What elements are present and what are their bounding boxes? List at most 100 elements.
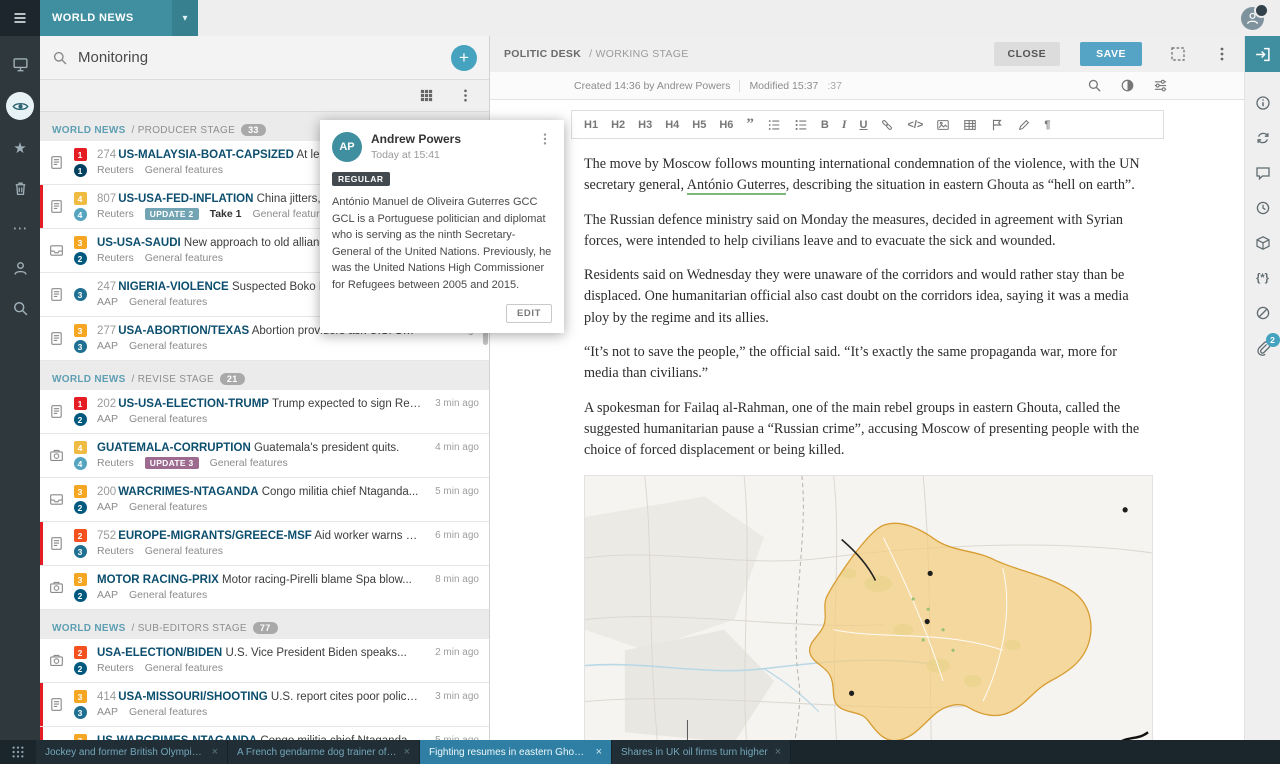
close-tab-icon[interactable]: × [775, 746, 781, 758]
info-icon[interactable] [1254, 94, 1272, 112]
opened-article-tab[interactable]: Shares in UK oil firms turn higher× [612, 740, 791, 764]
starred-items-icon[interactable]: ★ [8, 136, 32, 160]
authoring-menu-icon[interactable] [1214, 46, 1230, 62]
format-toolbar: H1 H2 H3 H4 H5 H6 ” B I U </> ¶ [571, 110, 1164, 139]
search-icon[interactable] [52, 50, 68, 66]
workspace-label: WORLD NEWS [52, 12, 134, 24]
article-paragraph: The Russian defence ministry said on Mon… [584, 210, 1150, 253]
list-item[interactable]: 2 3 752EUROPE-MIGRANTS/GREECE-MSF Aid wo… [40, 522, 489, 566]
workspace-selector[interactable]: WORLD NEWS [40, 0, 172, 36]
history-icon[interactable] [1254, 199, 1272, 217]
category-label: General features [145, 164, 223, 176]
source-label: AAP [97, 296, 118, 308]
category-label: General features [145, 662, 223, 674]
comments-icon[interactable] [1254, 164, 1272, 182]
blockquote-button[interactable]: ” [746, 116, 754, 133]
heading-6-button[interactable]: H6 [719, 119, 733, 131]
close-button[interactable]: CLOSE [994, 42, 1061, 66]
category-label: General features [129, 706, 207, 718]
article-paragraph: Residents said on Wednesday they were un… [584, 265, 1150, 329]
global-search-icon[interactable] [8, 296, 32, 320]
unordered-list-icon[interactable] [794, 118, 808, 132]
heading-4-button[interactable]: H4 [665, 119, 679, 131]
breadcrumb-stage: / WORKING STAGE [589, 48, 688, 60]
monitoring-menu-icon[interactable] [458, 88, 473, 103]
annotated-text[interactable]: António Guterres [687, 177, 786, 195]
save-button[interactable]: SAVE [1080, 42, 1142, 66]
urgency-badge: 2 [74, 413, 87, 426]
stage-header[interactable]: WORLD NEWS / SUB-EDITORS STAGE 77 [40, 610, 489, 639]
create-item-button[interactable]: + [451, 45, 477, 71]
dashboard-icon[interactable] [8, 52, 32, 76]
opened-article-tab[interactable]: Jockey and former British Olympic... × [36, 740, 228, 764]
suggestions-icon[interactable] [1254, 304, 1272, 322]
annotation-popup: AP Andrew Powers Today at 15:41 REGULAR … [320, 120, 564, 333]
opened-article-tab[interactable]: Fighting resumes in eastern Ghouta...× [420, 740, 612, 764]
table-icon[interactable] [963, 118, 977, 132]
heading-5-button[interactable]: H5 [692, 119, 706, 131]
headline: U.S. report cites poor police r... [271, 691, 423, 703]
macros-icon[interactable]: {*} [1254, 269, 1272, 287]
source-label: AAP [97, 501, 118, 513]
italic-button[interactable]: I [842, 117, 847, 132]
list-item[interactable]: 3 2 200WARCRIMES-NTAGANDA Congo militia … [40, 478, 489, 522]
close-tab-icon[interactable]: × [596, 746, 602, 758]
spike-trash-icon[interactable] [8, 176, 32, 200]
theme-contrast-icon[interactable] [1120, 78, 1135, 93]
paragraph-mark-button[interactable]: ¶ [1044, 119, 1050, 131]
user-avatar[interactable] [1241, 7, 1264, 30]
personal-items-icon[interactable] [8, 256, 32, 280]
packages-icon[interactable] [1254, 234, 1272, 252]
monitoring-toolbar [40, 80, 489, 112]
item-time: 2 min ago [431, 647, 489, 658]
popup-menu-icon[interactable] [538, 132, 552, 146]
list-item[interactable]: 4 4 GUATEMALA-CORRUPTION Guatemala's pre… [40, 434, 489, 478]
close-tab-icon[interactable]: × [212, 746, 218, 758]
annotation-time: Today at 15:41 [371, 149, 461, 161]
send-to-button[interactable] [1245, 36, 1280, 72]
editor-meta-bar: Created 14:36 by Andrew Powers Modified … [490, 72, 1244, 100]
stage-name-label: / SUB-EDITORS STAGE [132, 623, 247, 634]
list-item[interactable]: 2 2 USA-ELECTION/BIDEN U.S. Vice Preside… [40, 639, 489, 683]
monitoring-icon[interactable] [6, 92, 34, 120]
comment-icon[interactable] [990, 118, 1004, 132]
list-item[interactable]: 3 2 US-WARCRIMES-NTAGANDA Congo militia … [40, 727, 489, 740]
hamburger-menu[interactable] [0, 0, 40, 36]
stage-header[interactable]: WORLD NEWS / REVISE STAGE 21 [40, 361, 489, 390]
heading-2-button[interactable]: H2 [611, 119, 625, 131]
ordered-list-icon[interactable] [767, 118, 781, 132]
list-item[interactable]: 1 2 202US-USA-ELECTION-TRUMP Trump expec… [40, 390, 489, 434]
article-body[interactable]: The move by Moscow follows mounting inte… [571, 154, 1164, 462]
annotation-text: António Manuel de Oliveira Guterres GCC … [332, 194, 552, 293]
edit-annotation-button[interactable]: EDIT [506, 304, 552, 323]
versions-icon[interactable] [1254, 129, 1272, 147]
workspace-caret[interactable]: ▾ [172, 0, 198, 36]
close-tab-icon[interactable]: × [404, 746, 410, 758]
slugline: US-USA-FED-INFLATION [118, 193, 253, 205]
tab-label: Jockey and former British Olympic... [45, 747, 205, 758]
attachments-icon[interactable]: 2 [1254, 339, 1272, 357]
editor-settings-icon[interactable] [1153, 78, 1168, 93]
annotation-pen-icon[interactable] [1017, 118, 1031, 132]
list-item[interactable]: 3 3 414USA-MISSOURI/SHOOTING U.S. report… [40, 683, 489, 727]
urgency-badge: 4 [74, 208, 87, 221]
priority-badge: 3 [74, 573, 87, 586]
priority-badge: 3 [74, 734, 87, 740]
code-button[interactable]: </> [907, 119, 923, 131]
source-label: AAP [97, 413, 118, 425]
bold-button[interactable]: B [821, 119, 829, 131]
heading-3-button[interactable]: H3 [638, 119, 652, 131]
image-icon[interactable] [936, 118, 950, 132]
more-options-icon[interactable]: ⋯ [8, 216, 32, 240]
opened-articles-button[interactable] [0, 740, 36, 764]
heading-1-button[interactable]: H1 [584, 119, 598, 131]
urgency-badge: 2 [74, 662, 87, 675]
minimize-layout-icon[interactable] [1170, 46, 1186, 62]
map-embed[interactable] [584, 475, 1153, 740]
find-replace-icon[interactable] [1087, 78, 1102, 93]
underline-button[interactable]: U [860, 119, 868, 131]
list-item[interactable]: 3 2 MOTOR RACING-PRIX Motor racing-Pirel… [40, 566, 489, 610]
list-view-toggle-icon[interactable] [419, 88, 434, 103]
link-icon[interactable] [880, 118, 894, 132]
opened-article-tab[interactable]: A French gendarme dog trainer of PSIG× [228, 740, 420, 764]
